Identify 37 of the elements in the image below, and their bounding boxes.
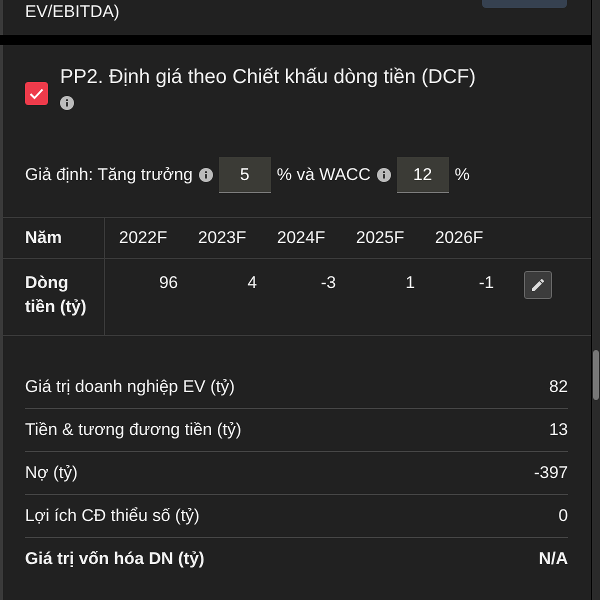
pencil-icon xyxy=(530,277,546,293)
table-header: Năm xyxy=(3,218,105,258)
summary-value: 0 xyxy=(558,506,568,526)
table-cell-text: -3 xyxy=(320,272,337,294)
table-cell-text: -1 xyxy=(478,272,495,294)
summary-value: 13 xyxy=(549,420,568,440)
info-icon[interactable] xyxy=(198,168,213,182)
summary-label: Nợ (tỷ) xyxy=(25,463,78,483)
year-header: 2025F xyxy=(355,227,406,249)
year-header: 2023F xyxy=(197,227,248,249)
checkbox[interactable] xyxy=(25,82,48,105)
check-icon xyxy=(29,88,44,100)
info-icon[interactable] xyxy=(60,96,74,110)
assumption-label: Giả định: Tăng trưởng xyxy=(25,165,193,185)
year-header: 2026F xyxy=(434,227,484,249)
row-header: Dòng tiền (tỷ) xyxy=(3,259,105,335)
method-label: EV/EBITDA) xyxy=(25,2,120,23)
edit-button[interactable] xyxy=(524,271,552,299)
summary-label: Giá trị doanh nghiệp EV (tỷ) xyxy=(25,377,235,397)
info-icon[interactable] xyxy=(376,168,391,182)
summary-label: Tiền & tương đương tiền (tỷ) xyxy=(25,420,242,440)
year-header: 2022F xyxy=(118,227,168,249)
scrollbar[interactable] xyxy=(592,0,600,600)
unit-label: % xyxy=(454,165,470,185)
summary-label: Lợi ích CĐ thiểu số (tỷ) xyxy=(25,506,200,526)
year-header: 2024F xyxy=(276,227,326,249)
method-title: PP2. Định giá theo Chiết khấu dòng tiền (DCF) xyxy=(60,65,476,90)
table-cell-text: 1 xyxy=(404,272,416,294)
summary-label: Giá trị vốn hóa DN (tỷ) xyxy=(25,549,204,569)
summary-value: 82 xyxy=(549,377,568,397)
table-cell-text: 96 xyxy=(158,272,179,294)
summary-value: -397 xyxy=(534,463,568,483)
summary-value: N/A xyxy=(538,549,568,569)
wacc-input[interactable]: 12 xyxy=(396,157,449,193)
assumption-label: % và WACC xyxy=(276,165,371,185)
table-cell-text: 4 xyxy=(246,272,258,294)
growth-input[interactable]: 5 xyxy=(218,157,271,193)
